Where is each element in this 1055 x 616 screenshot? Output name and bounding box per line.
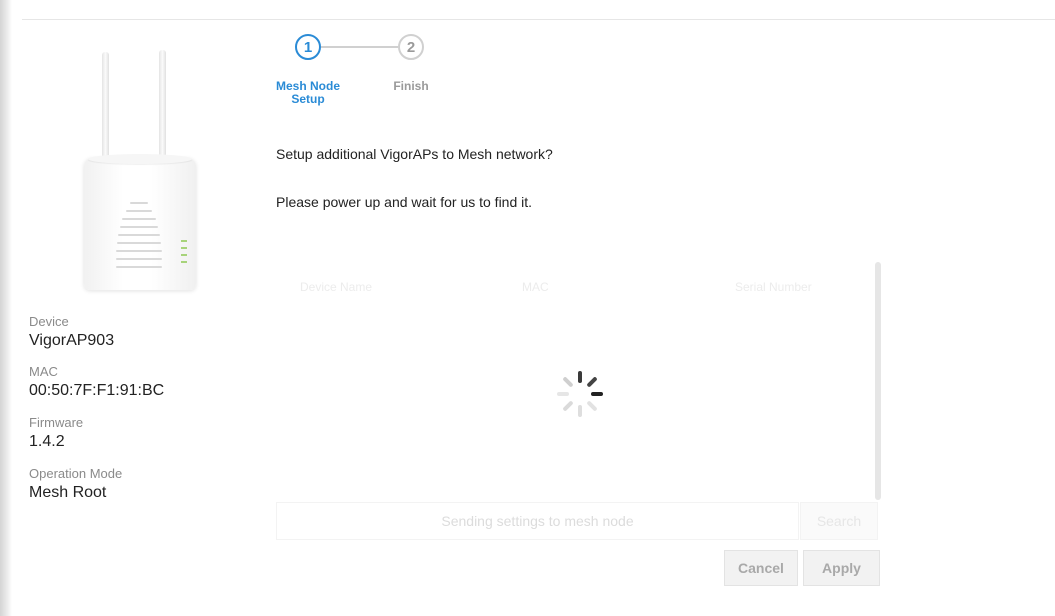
step-2-label: Finish [393,79,429,93]
device-value: VigorAP903 [29,332,115,349]
status-field: Sending settings to mesh node [276,502,799,540]
setup-question: Setup additional VigorAPs to Mesh networ… [276,146,553,162]
status-led [181,261,187,263]
column-device-name: Device Name [300,280,373,294]
loading-spinner-icon [555,369,605,419]
firmware-label: Firmware [29,415,84,430]
status-led [181,240,187,242]
mac-value: 00:50:7F:F1:91:BC [29,382,165,399]
antenna-right [159,50,166,162]
operation-mode-label: Operation Mode [29,466,123,481]
antenna-left [102,52,109,164]
apply-button[interactable]: Apply [803,550,880,586]
device-label: Device [29,314,69,329]
status-led [181,254,187,256]
step-1-label: Mesh Node Setup [270,80,346,106]
top-divider [22,19,1055,20]
list-scrollbar[interactable] [875,262,881,500]
column-mac: MAC [522,280,549,294]
access-point-device-icon [80,50,200,295]
cancel-button[interactable]: Cancel [724,550,798,586]
device-top [88,154,192,164]
step-2-indicator: 2 [398,34,424,60]
status-led [181,247,187,249]
step-connector [321,46,398,48]
step-1-label-line1: Mesh Node [275,79,340,93]
step-1-label-line2: Setup [291,92,325,106]
device-body [84,158,196,290]
step-1-indicator: 1 [295,34,321,60]
search-button[interactable]: Search [800,502,878,540]
firmware-value: 1.4.2 [29,433,65,450]
column-serial-number: Serial Number [735,280,812,294]
power-up-instruction: Please power up and wait for us to find … [276,194,533,210]
mac-label: MAC [29,364,58,379]
left-edge-shadow [0,0,12,616]
operation-mode-value: Mesh Root [29,484,107,501]
